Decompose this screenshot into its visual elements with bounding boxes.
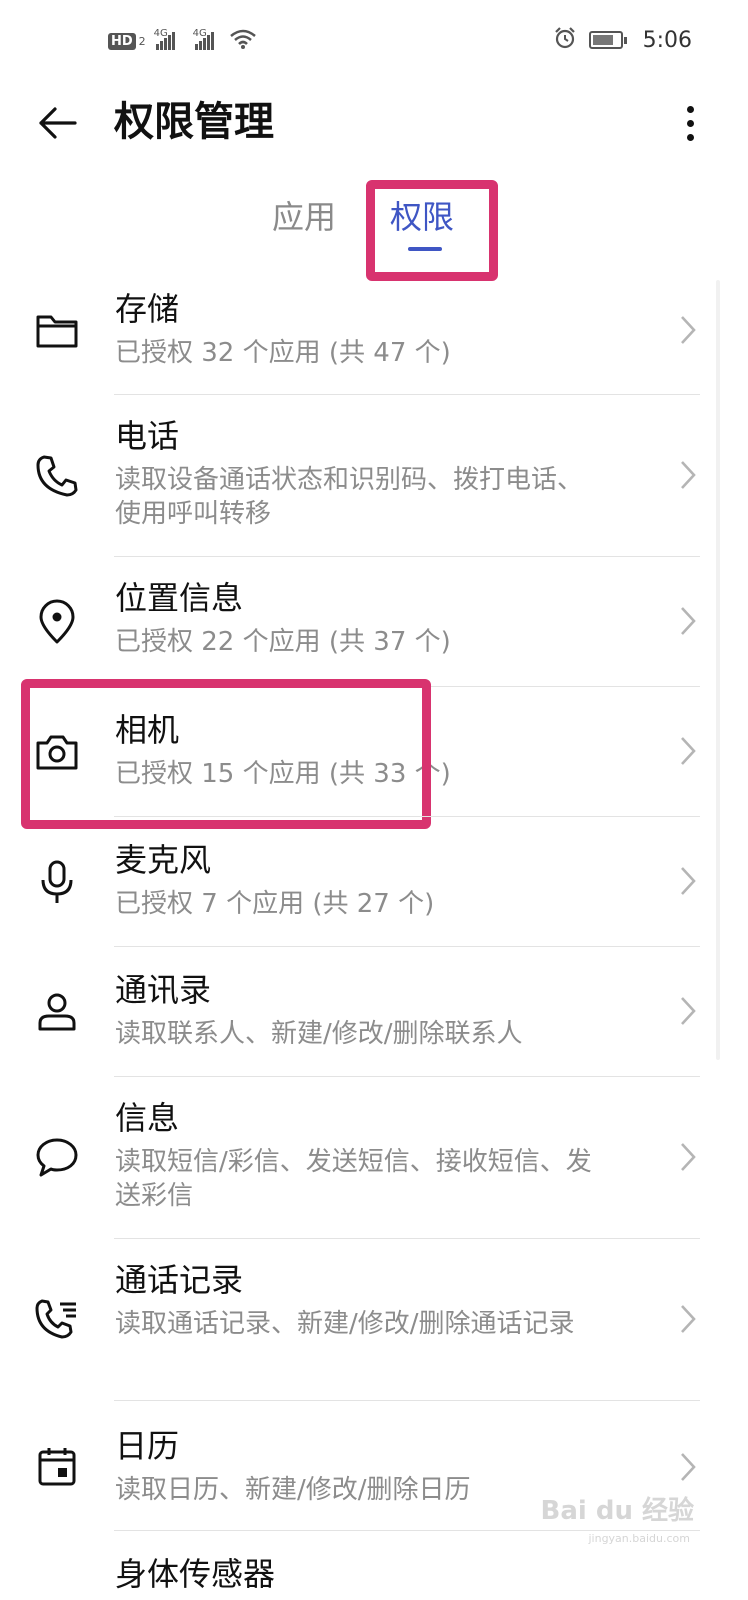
permission-subtitle: 读取联系人、新建/修改/删除联系人	[115, 1019, 523, 1049]
tab-apps[interactable]: 应用	[272, 195, 336, 239]
status-left: HD 2 4G 4G	[108, 28, 256, 54]
call-log-icon	[34, 1297, 80, 1343]
camera-icon	[34, 729, 80, 775]
permission-item-call-log[interactable]: 通话记录 读取通话记录、新建/修改/删除通话记录	[0, 1239, 748, 1399]
permission-subtitle: 读取短信/彩信、发送短信、接收短信、发送彩信	[115, 1147, 592, 1211]
chevron-right-icon	[681, 1305, 696, 1333]
permission-item-phone[interactable]: 电话 读取设备通话状态和识别码、拨打电话、使用呼叫转移	[0, 395, 748, 555]
permission-title: 日历	[115, 1427, 180, 1465]
permission-text: 麦克风 已授权 7 个应用 (共 27 个)	[115, 839, 615, 921]
tab-bar: 应用 权限	[0, 185, 748, 275]
permission-text: 通话记录 读取通话记录、新建/修改/删除通话记录	[115, 1259, 615, 1341]
network-type-label: 4G	[153, 28, 168, 39]
permission-text: 相机 已授权 15 个应用 (共 33 个)	[115, 709, 615, 791]
permission-text: 信息 读取短信/彩信、发送短信、接收短信、发送彩信	[115, 1097, 615, 1213]
hd-sim-number: 2	[138, 34, 146, 48]
permission-subtitle: 已授权 15 个应用 (共 33 个)	[115, 759, 451, 789]
status-right: 5:06	[553, 26, 692, 54]
signal-strength-icon: 4G	[193, 28, 214, 50]
wifi-icon	[229, 28, 256, 54]
chevron-right-icon	[681, 607, 696, 635]
permission-title: 存储	[115, 290, 180, 328]
permission-text: 电话 读取设备通话状态和识别码、拨打电话、使用呼叫转移	[115, 415, 615, 531]
permission-subtitle: 读取通话记录、新建/修改/删除通话记录	[115, 1309, 575, 1339]
page-title: 权限管理	[114, 99, 274, 145]
alarm-icon	[553, 26, 577, 54]
permission-subtitle: 已授权 22 个应用 (共 37 个)	[115, 627, 451, 657]
microphone-icon	[34, 859, 80, 905]
chevron-right-icon	[681, 1453, 696, 1481]
chat-bubble-icon	[34, 1135, 80, 1181]
permission-text: 通讯录 读取联系人、新建/修改/删除联系人	[115, 969, 615, 1051]
tab-permissions[interactable]: 权限	[390, 195, 454, 239]
more-dot	[686, 105, 694, 113]
location-pin-icon	[34, 599, 80, 645]
chevron-right-icon	[681, 316, 696, 344]
battery-icon	[588, 31, 627, 49]
hd-voice-badge: HD	[108, 32, 136, 50]
permission-title: 通话记录	[115, 1261, 244, 1299]
permission-subtitle: 已授权 32 个应用 (共 47 个)	[115, 338, 451, 368]
more-dot	[686, 119, 694, 127]
permission-item-camera[interactable]: 相机 已授权 15 个应用 (共 33 个)	[0, 687, 748, 815]
chevron-right-icon	[681, 1143, 696, 1171]
signal-strength-icon: 4G	[154, 28, 175, 50]
permission-item-contacts[interactable]: 通讯录 读取联系人、新建/修改/删除联系人	[0, 947, 748, 1075]
permission-item-storage[interactable]: 存储 已授权 32 个应用 (共 47 个)	[0, 280, 748, 394]
watermark-url: jingyan.baidu.com	[588, 1532, 690, 1545]
watermark-logo: Bai du 经验	[540, 1496, 695, 1526]
person-icon	[34, 989, 80, 1035]
calendar-icon	[34, 1443, 80, 1489]
chevron-right-icon	[681, 737, 696, 765]
chevron-right-icon	[681, 461, 696, 489]
permission-title: 位置信息	[115, 579, 244, 617]
permission-item-messages[interactable]: 信息 读取短信/彩信、发送短信、接收短信、发送彩信	[0, 1077, 748, 1237]
permission-item-location[interactable]: 位置信息 已授权 22 个应用 (共 37 个)	[0, 557, 748, 685]
clock-time: 5:06	[642, 27, 692, 53]
chevron-right-icon	[681, 997, 696, 1025]
app-bar: 权限管理	[0, 84, 748, 168]
permission-subtitle: 读取设备通话状态和识别码、拨打电话、使用呼叫转移	[115, 465, 584, 529]
permission-title: 麦克风	[115, 841, 212, 879]
phone-icon	[34, 453, 80, 499]
back-button[interactable]	[30, 96, 84, 150]
folder-icon	[34, 308, 80, 354]
permission-title: 身体传感器	[115, 1555, 276, 1593]
network-type-label: 4G	[192, 28, 207, 39]
tab-selected-indicator	[408, 247, 442, 251]
permission-title: 通讯录	[115, 971, 212, 1009]
permission-subtitle: 已授权 7 个应用 (共 27 个)	[115, 889, 435, 919]
more-dot	[686, 133, 694, 141]
permission-title: 信息	[115, 1099, 180, 1137]
status-bar: HD 2 4G 4G 5:06	[0, 0, 748, 84]
permission-title: 电话	[115, 417, 180, 455]
permission-text: 存储 已授权 32 个应用 (共 47 个)	[115, 288, 615, 370]
permission-title: 相机	[115, 711, 180, 749]
more-options-button[interactable]	[672, 96, 708, 150]
permission-item-microphone[interactable]: 麦克风 已授权 7 个应用 (共 27 个)	[0, 817, 748, 945]
permission-text: 身体传感器	[115, 1553, 615, 1595]
back-arrow-icon	[39, 107, 77, 139]
permission-text: 位置信息 已授权 22 个应用 (共 37 个)	[115, 577, 615, 659]
chevron-right-icon	[681, 867, 696, 895]
